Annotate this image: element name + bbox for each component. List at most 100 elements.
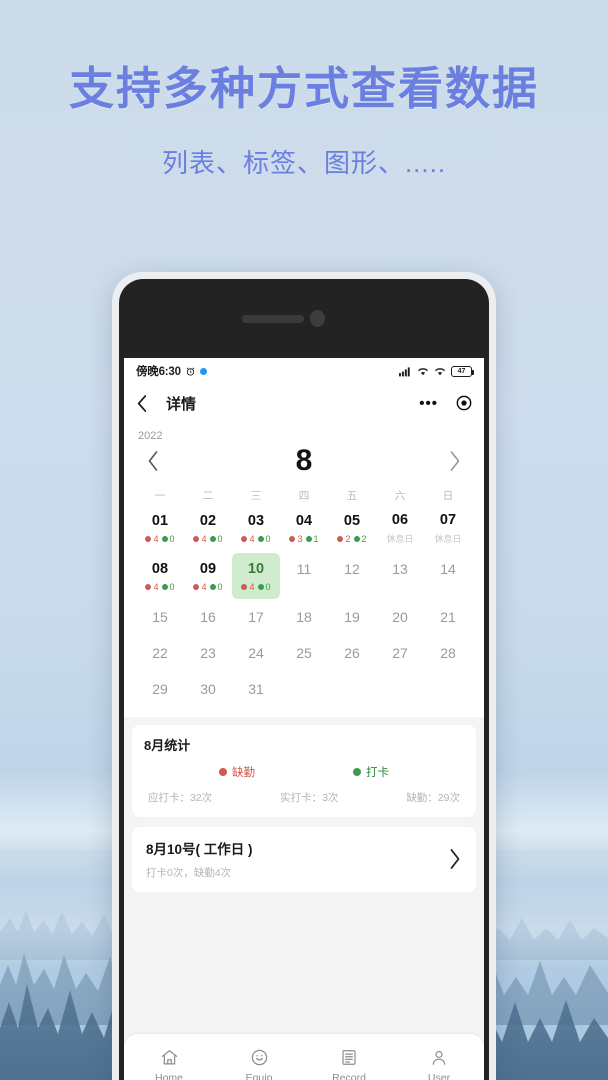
blue-dot-indicator [199,367,207,375]
present-dot-icon [161,583,168,590]
absent-count: 4 [193,534,207,544]
calendar-day-number: 06 [391,511,409,528]
calendar-day-number: 23 [200,645,216,662]
absent-dot-icon [289,535,296,542]
calendar-day-marks: 40 [193,534,223,544]
calendar-day-21[interactable]: 21 [424,601,472,635]
absent-count: 4 [145,582,159,592]
tab-home[interactable]: Home [137,1047,201,1080]
calendar-day-13[interactable]: 13 [376,553,424,587]
present-dot-icon [209,583,216,590]
calendar-day-01[interactable]: 01 4 0 [136,505,184,551]
calendar-day-12[interactable]: 12 [328,553,376,587]
content-filler [124,892,484,1034]
calendar-day-17[interactable]: 17 [232,601,280,635]
calendar-day-07[interactable]: 07 休息日 [424,505,472,551]
tab-user[interactable]: User [407,1047,471,1080]
calendar-day-26[interactable]: 26 [328,637,376,671]
calendar-day-25[interactable]: 25 [280,637,328,671]
calendar-day-24[interactable]: 24 [232,637,280,671]
rest-day-label: 休息日 [386,534,414,545]
day-detail-texts: 8月10号( 工作日 ) 打卡0次，缺勤4次 [146,838,447,880]
summary-actual: 实打卡：3次 [280,792,339,804]
calendar-day-08[interactable]: 08 4 0 [136,553,184,599]
document-lines-icon [340,1047,358,1068]
target-icon[interactable] [456,395,472,411]
calendar-day-number: 01 [151,513,169,530]
calendar-day-22[interactable]: 22 [136,637,184,671]
calendar-day-23[interactable]: 23 [184,637,232,671]
calendar-day-04[interactable]: 04 3 1 [280,505,328,551]
present-count-value: 0 [217,581,223,592]
calendar-day-29[interactable]: 29 [136,673,184,707]
weekday-label: 三 [250,490,262,502]
calendar-day-number: 13 [392,561,408,578]
status-bar-left: 傍晚6:30 [136,363,207,379]
signal-bars-icon [399,366,412,377]
wifi-icon [417,366,429,376]
present-count: 0 [161,533,175,544]
present-count-value: 0 [169,581,175,592]
front-camera-icon [310,310,325,327]
calendar-day-20[interactable]: 20 [376,601,424,635]
calendar-day-15[interactable]: 15 [136,601,184,635]
monthly-stats-card: 8月统计 缺勤 打卡 应打卡：32次 实打卡：3次 缺勤：29次 [132,725,476,817]
tab-equip-label: Equip [245,1071,273,1080]
calendar-day-10[interactable]: 10 4 0 [232,553,280,599]
legend-present-label: 打卡 [366,767,389,779]
calendar-day-31[interactable]: 31 [232,673,280,707]
tab-user-label: User [427,1071,451,1080]
next-month-button[interactable] [443,448,466,474]
back-button[interactable] [136,394,158,413]
promo-text-block: 支持多种方式查看数据 列表、标签、图形、..... [0,52,608,180]
calendar-day-number: 15 [152,609,168,626]
tab-record-label: Record [332,1071,366,1080]
calendar-day-03[interactable]: 03 4 0 [232,505,280,551]
summary-expected: 应打卡：32次 [148,792,213,804]
chevron-right-icon[interactable] [447,848,462,870]
absent-dot-icon [145,583,152,590]
present-count: 0 [257,534,271,544]
calendar-day-19[interactable]: 19 [328,601,376,635]
more-options-icon[interactable]: ••• [419,396,438,411]
calendar-card: 2022 8 一 二 三 四 五 六 日 01 4 0 02 4 0 03 4 … [124,422,484,717]
tab-record[interactable]: Record [317,1047,381,1080]
calendar-day-number: 22 [152,645,168,662]
calendar-day-marks: 40 [145,581,175,592]
weekday-label: 日 [442,490,454,502]
summary-absent: 缺勤：29次 [406,792,460,804]
calendar-day-09[interactable]: 09 4 0 [184,553,232,599]
present-count-value: 0 [265,581,271,592]
absent-dot-icon [193,535,200,542]
phone-mockup: 傍晚6:30 47 详情 ••• 2022 8 一 二 三 四 五 六 日 01… [112,272,496,1080]
present-count: 0 [209,581,223,592]
previous-month-button[interactable] [142,448,165,474]
calendar-day-30[interactable]: 30 [184,673,232,707]
rest-day-label: 休息日 [434,534,462,545]
calendar-day-number: 18 [296,609,312,626]
calendar-day-02[interactable]: 02 4 0 [184,505,232,551]
calendar-day-05[interactable]: 05 2 2 [328,505,376,551]
calendar-day-number: 16 [200,609,216,626]
present-count-value: 0 [169,533,175,544]
calendar-day-marks: 40 [193,581,223,592]
app-content: 2022 8 一 二 三 四 五 六 日 01 4 0 02 4 0 03 4 … [124,422,484,1080]
calendar-day-11[interactable]: 11 [280,553,328,587]
calendar-day-28[interactable]: 28 [424,637,472,671]
calendar-day-06[interactable]: 06 休息日 [376,505,424,551]
status-time: 傍晚6:30 [136,366,181,378]
calendar-day-18[interactable]: 18 [280,601,328,635]
phone-bezel: 傍晚6:30 47 详情 ••• 2022 8 一 二 三 四 五 六 日 01… [119,279,489,1080]
status-bar-right: 47 [399,365,474,377]
calendar-day-number: 28 [440,645,456,662]
calendar-day-14[interactable]: 14 [424,553,472,587]
calendar-day-16[interactable]: 16 [184,601,232,635]
day-detail-card[interactable]: 8月10号( 工作日 ) 打卡0次，缺勤4次 [132,827,476,892]
earpiece-speaker [242,315,304,323]
absent-count-value: 4 [249,581,255,592]
calendar-day-number: 09 [199,561,217,578]
tab-equip[interactable]: Equip [227,1047,291,1080]
absent-dot-icon [241,535,248,542]
calendar-day-27[interactable]: 27 [376,637,424,671]
stats-title: 8月统计 [144,738,191,753]
